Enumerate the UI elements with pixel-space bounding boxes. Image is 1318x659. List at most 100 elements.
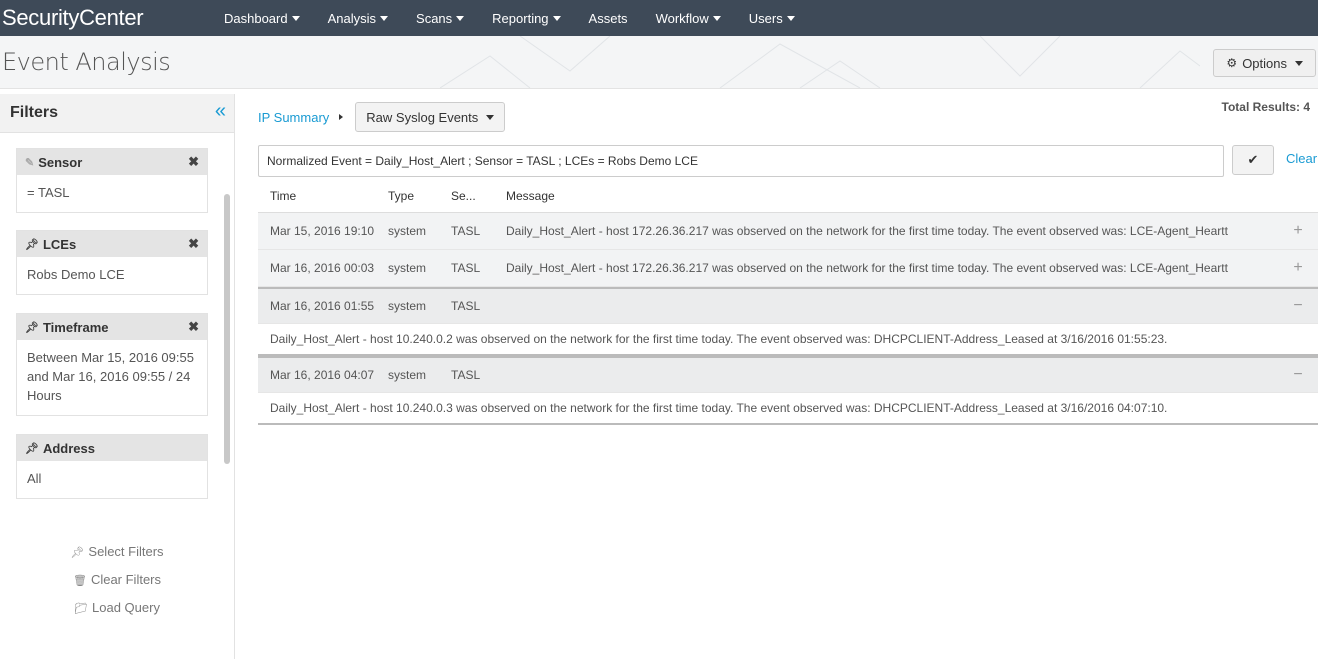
filter-value[interactable]: All xyxy=(17,461,207,498)
pin-icon: 📌︎ xyxy=(25,442,39,455)
collapse-minus-icon[interactable]: − xyxy=(1278,297,1318,315)
caret-right-icon xyxy=(339,114,344,120)
caret-down-icon xyxy=(786,15,795,21)
filter-card-header[interactable]: 📌︎ LCEs ✖ xyxy=(17,231,207,257)
cell-time: Mar 15, 2016 19:10 xyxy=(270,224,375,238)
nav-label: Assets xyxy=(588,10,628,26)
cell-time: Mar 16, 2016 04:07 xyxy=(270,368,375,382)
pin-icon: 📌︎ xyxy=(25,238,39,251)
nav-label: Scans xyxy=(416,10,453,26)
clear-filters-link[interactable]: 🗑︎ Clear Filters xyxy=(0,572,234,600)
cell-type: system xyxy=(388,368,427,382)
filter-card-sensor: ✎ Sensor ✖ = TASL xyxy=(16,148,208,213)
nav-label: Workflow xyxy=(655,10,709,26)
cell-sensor: TASL xyxy=(451,224,481,238)
nav-scans[interactable]: Scans xyxy=(416,10,465,26)
row-detail-message: Daily_Host_Alert - host 10.240.0.2 was o… xyxy=(258,324,1318,356)
filter-actions: 📌︎ Select Filters 🗑︎ Clear Filters 📁︎ Load … xyxy=(0,544,234,628)
page-header: Event Analysis ⚙ Options xyxy=(0,36,1318,89)
close-icon[interactable]: ✖ xyxy=(188,319,199,335)
table-row[interactable]: Mar 16, 2016 04:07 system TASL − xyxy=(258,356,1318,393)
caret-down-icon xyxy=(456,15,465,21)
cell-sensor: TASL xyxy=(451,299,481,313)
page-title: Event Analysis xyxy=(2,48,171,76)
sidebar-scrollbar[interactable] xyxy=(224,194,230,464)
cell-time: Mar 16, 2016 00:03 xyxy=(270,261,375,275)
filter-label: Sensor xyxy=(38,154,83,170)
total-results: Total Results: 4 xyxy=(1221,100,1310,114)
nav-workflow[interactable]: Workflow xyxy=(656,11,721,26)
filter-card-header[interactable]: 📌︎ Address xyxy=(17,435,207,461)
nav-label: Analysis xyxy=(327,10,377,26)
table-row[interactable]: Mar 16, 2016 00:03 system TASL Daily_Hos… xyxy=(258,250,1318,287)
apply-query-button[interactable]: ✔ xyxy=(1232,145,1274,175)
caret-down-icon xyxy=(552,15,561,21)
filter-card-timeframe: 📌︎ Timeframe ✖ Between Mar 15, 2016 09:5… xyxy=(16,313,208,416)
table-header: Time Type Se... Message xyxy=(258,180,1318,213)
double-chevron-left-icon[interactable]: « xyxy=(215,101,226,121)
action-label: Select Filters xyxy=(88,544,164,559)
breadcrumb: IP Summary Raw Syslog Events xyxy=(258,102,506,132)
cell-message: Daily_Host_Alert - host 172.26.36.217 wa… xyxy=(506,261,1228,275)
caret-down-icon xyxy=(486,114,495,120)
nav-label: Reporting xyxy=(492,10,549,26)
close-icon[interactable]: ✖ xyxy=(188,236,199,252)
breadcrumb-ip-summary[interactable]: IP Summary xyxy=(258,110,329,125)
filter-value[interactable]: Robs Demo LCE xyxy=(17,257,207,294)
action-label: Clear Filters xyxy=(90,572,162,587)
filter-value[interactable]: = TASL xyxy=(17,175,207,212)
options-label: Options xyxy=(1242,55,1287,71)
options-button[interactable]: ⚙ Options xyxy=(1213,49,1316,77)
top-nav-bar: SecurityCenter Dashboard Analysis Scans … xyxy=(0,0,1318,36)
cell-type: system xyxy=(388,224,427,238)
load-query-link[interactable]: 📁︎ Load Query xyxy=(0,600,234,628)
caret-down-icon xyxy=(1295,60,1303,66)
nav-users[interactable]: Users xyxy=(749,11,795,26)
action-label: Load Query xyxy=(92,600,160,615)
filter-label: Address xyxy=(42,440,95,456)
nav-reporting[interactable]: Reporting xyxy=(492,10,561,26)
table-row[interactable]: Mar 16, 2016 01:55 system TASL − xyxy=(258,287,1318,324)
column-header-type[interactable]: Type xyxy=(388,189,451,203)
expand-plus-icon[interactable]: + xyxy=(1278,222,1318,240)
filter-card-header[interactable]: ✎ Sensor ✖ xyxy=(17,149,207,175)
folder-icon: 📁︎ xyxy=(74,603,89,615)
checkmark-icon: ✔ xyxy=(1247,152,1259,167)
column-header-sensor[interactable]: Se... xyxy=(451,189,506,203)
filters-header: Filters « xyxy=(0,94,234,133)
column-header-time[interactable]: Time xyxy=(258,189,388,203)
cell-type: system xyxy=(388,299,427,313)
main-nav: Dashboard Analysis Scans Reporting Asset… xyxy=(224,11,823,26)
brand-logo[interactable]: SecurityCenter xyxy=(0,5,224,31)
header-decoration xyxy=(440,36,1200,88)
view-select-label: Raw Syslog Events xyxy=(366,109,479,125)
caret-down-icon xyxy=(380,15,389,21)
filter-value[interactable]: Between Mar 15, 2016 09:55 and Mar 16, 2… xyxy=(17,340,207,415)
query-input[interactable]: Normalized Event = Daily_Host_Alert ; Se… xyxy=(258,145,1224,177)
filter-card-header[interactable]: 📌︎ Timeframe ✖ xyxy=(17,314,207,340)
nav-analysis[interactable]: Analysis xyxy=(327,10,389,26)
filter-label: LCEs xyxy=(42,236,77,252)
pin-icon: 📌︎ xyxy=(25,321,39,334)
nav-assets[interactable]: Assets xyxy=(589,11,628,26)
collapse-minus-icon[interactable]: − xyxy=(1278,366,1318,384)
filter-label: Timeframe xyxy=(42,319,109,335)
cell-sensor: TASL xyxy=(451,261,481,275)
filter-card-lces: 📌︎ LCEs ✖ Robs Demo LCE xyxy=(16,230,208,295)
close-icon[interactable]: ✖ xyxy=(188,154,199,170)
pin-icon: ✎ xyxy=(25,156,35,169)
caret-down-icon xyxy=(291,15,300,21)
column-header-message[interactable]: Message xyxy=(506,189,1318,203)
table-row[interactable]: Mar 15, 2016 19:10 system TASL Daily_Hos… xyxy=(258,213,1318,250)
clear-query-link[interactable]: Clear xyxy=(1286,151,1317,166)
gear-icon: ⚙ xyxy=(1226,56,1238,70)
nav-label: Dashboard xyxy=(224,10,288,26)
cell-sensor: TASL xyxy=(451,368,481,382)
caret-down-icon xyxy=(712,15,721,21)
nav-dashboard[interactable]: Dashboard xyxy=(224,11,300,26)
expand-plus-icon[interactable]: + xyxy=(1278,259,1318,277)
select-filters-link[interactable]: 📌︎ Select Filters xyxy=(0,544,234,572)
pin-icon: 📌︎ xyxy=(70,547,85,559)
view-select-dropdown[interactable]: Raw Syslog Events xyxy=(355,102,506,132)
row-detail-message: Daily_Host_Alert - host 10.240.0.3 was o… xyxy=(258,393,1318,425)
